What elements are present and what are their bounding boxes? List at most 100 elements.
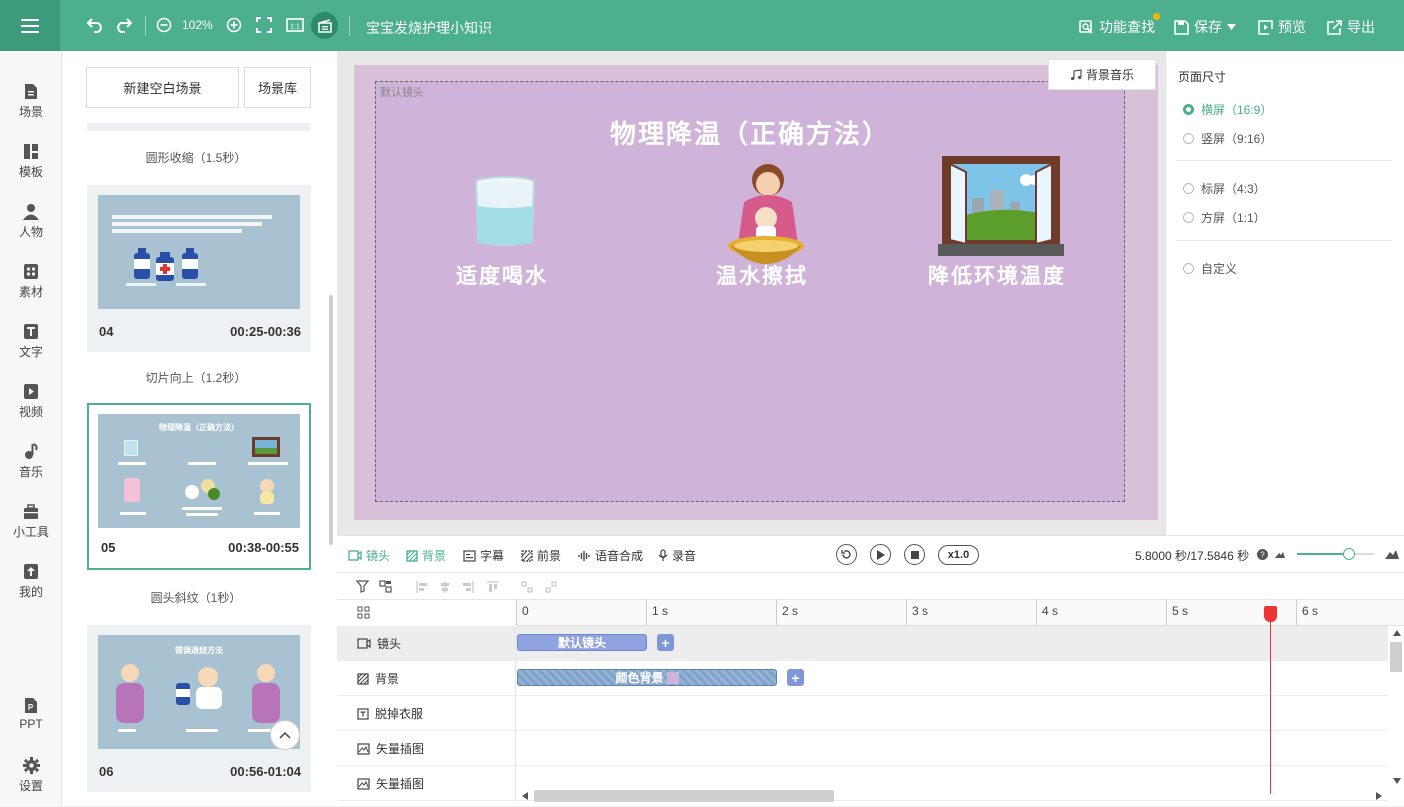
transition-label[interactable]: 圆形收缩（1.5秒） (62, 149, 330, 166)
toolbox-icon (24, 504, 38, 519)
radio-label: 标屏（4:3） (1201, 182, 1266, 196)
camera-frame[interactable]: 默认镜头 物理降温（正确方法） 适度喝水 温水擦拭 降低环境温度 (375, 81, 1125, 502)
export-button[interactable]: 导出 (1327, 17, 1375, 37)
scene-card-04[interactable]: 04 00:25-00:36 (87, 185, 311, 352)
track-name: 脱掉衣服 (375, 707, 424, 721)
zoom-out-timeline-icon[interactable] (1275, 550, 1285, 558)
actual-size-icon[interactable]: 1:1 (284, 14, 306, 36)
timeline-vertical-scrollbar[interactable] (1390, 642, 1402, 672)
slide-item-lower-temperature[interactable]: 降低环境温度 (928, 260, 1066, 290)
nav-item-material[interactable]: 素材 (0, 263, 62, 313)
align-top-icon[interactable] (487, 581, 499, 593)
scroll-left-arrow-icon[interactable] (522, 792, 528, 800)
distribute-alt-icon[interactable] (545, 581, 557, 593)
mother-baby-illustration[interactable] (726, 158, 806, 270)
undo-icon[interactable] (84, 14, 106, 36)
align-right-icon[interactable] (462, 581, 474, 593)
nav-item-mine[interactable]: 我的 (0, 563, 62, 613)
distribute-icon[interactable] (521, 581, 533, 593)
menu-button[interactable] (0, 0, 60, 51)
zoom-in-icon[interactable] (223, 14, 245, 36)
track-row-camera[interactable]: 镜头 默认镜头 + (337, 626, 1388, 661)
nav-item-settings[interactable]: 设置 (0, 757, 62, 807)
track-row-vector-2[interactable]: 矢量插图 (337, 766, 1388, 801)
track-grid-icon[interactable] (357, 606, 370, 619)
help-icon[interactable]: ? (1257, 549, 1268, 560)
tab-label: 镜头 (366, 549, 391, 563)
nav-item-music[interactable]: 音乐 (0, 443, 62, 493)
layers-icon[interactable] (379, 580, 392, 593)
document-title[interactable]: 宝宝发烧护理小知识 (366, 18, 492, 38)
save-button[interactable]: 保存 (1174, 17, 1236, 37)
transition-label[interactable]: 切片向上（1.2秒） (62, 369, 330, 386)
scene-panel-scrollbar[interactable] (329, 295, 333, 545)
nav-item-text[interactable]: 文字 (0, 323, 62, 373)
tab-recording[interactable]: 录音 (658, 547, 696, 564)
align-center-icon[interactable] (439, 581, 451, 593)
nav-item-video[interactable]: 视频 (0, 383, 62, 433)
stop-button[interactable] (904, 544, 925, 565)
play-button[interactable] (870, 544, 891, 565)
properties-panel: 页面尺寸 横屏（16:9） 竖屏（9:16） 标屏（4:3） 方屏（1:1） 自… (1165, 51, 1404, 535)
nav-item-scene[interactable]: 场景 (0, 83, 62, 133)
nav-item-template[interactable]: 模板 (0, 143, 62, 193)
tab-label: 录音 (672, 549, 697, 563)
zoom-out-icon[interactable] (153, 14, 175, 36)
scroll-down-arrow-icon[interactable] (1393, 778, 1401, 784)
scene-card-05[interactable]: 物理降温（正确方法） 05 00:38-00:55 (87, 403, 311, 570)
scene-library-button[interactable]: 场景库 (244, 67, 311, 108)
replay-button[interactable] (836, 544, 857, 565)
scroll-up-arrow-icon[interactable] (1393, 630, 1401, 636)
playback-speed[interactable]: x1.0 (938, 545, 979, 565)
zoom-in-timeline-icon[interactable] (1385, 548, 1399, 559)
track-row-vector-1[interactable]: 矢量插图 (337, 731, 1388, 766)
scroll-top-button[interactable] (270, 720, 300, 750)
scene-number: 06 (99, 764, 114, 779)
fullscreen-icon[interactable] (253, 14, 275, 36)
background-music-button[interactable]: 背景音乐 (1048, 59, 1156, 90)
scene-thumbnail: 物理降温（正确方法） (98, 414, 300, 528)
timeline-horizontal-scrollbar[interactable] (534, 790, 834, 802)
timeline: 镜头 背景 字幕 前景 语音合成 录音 x1.0 5.8000 秒/17.584… (337, 535, 1404, 806)
timeline-zoom-slider[interactable] (1297, 548, 1374, 560)
scene-card-06[interactable]: 错误退烧方法 06 00:56-01:04 (87, 625, 311, 792)
clip-color-background[interactable]: 颜色背景 (517, 669, 777, 686)
feature-search-button[interactable]: 功能查找 (1079, 17, 1155, 37)
window-illustration[interactable] (938, 154, 1064, 260)
radio-standard[interactable]: 标屏（4:3） (1183, 180, 1266, 197)
redo-icon[interactable] (113, 14, 135, 36)
slide-item-warm-water-wipe[interactable]: 温水擦拭 (716, 260, 808, 290)
slide-title[interactable]: 物理降温（正确方法） (376, 114, 1124, 151)
radio-landscape[interactable]: 横屏（16:9） (1183, 101, 1272, 118)
save-icon (1174, 19, 1189, 35)
tab-camera[interactable]: 镜头 (348, 547, 390, 564)
water-glass-illustration[interactable] (474, 176, 536, 248)
tab-foreground[interactable]: 前景 (521, 547, 561, 564)
align-left-icon[interactable] (416, 581, 428, 593)
nav-item-person[interactable]: 人物 (0, 203, 62, 253)
nav-label: 小工具 (12, 525, 49, 539)
nav-item-ppt[interactable]: P PPT (0, 697, 62, 747)
track-row-text[interactable]: 脱掉衣服 (337, 696, 1388, 731)
track-row-background[interactable]: 背景 颜色背景 + (337, 661, 1388, 696)
radio-custom[interactable]: 自定义 (1183, 260, 1237, 277)
slider-handle[interactable] (1343, 548, 1355, 560)
add-camera-button[interactable]: + (657, 634, 674, 651)
preview-button[interactable]: 预览 (1258, 17, 1306, 37)
tab-subtitle[interactable]: 字幕 (463, 547, 504, 564)
clapper-icon[interactable] (311, 12, 338, 39)
transition-label[interactable]: 圆头斜纹（1秒） (62, 589, 330, 606)
add-background-button[interactable]: + (787, 669, 804, 686)
tab-speech-synthesis[interactable]: 语音合成 (578, 547, 643, 564)
playhead-handle[interactable] (1264, 606, 1277, 622)
playhead[interactable] (1270, 606, 1271, 794)
nav-item-toolbox[interactable]: 小工具 (0, 503, 62, 553)
new-scene-button[interactable]: 新建空白场景 (86, 67, 239, 108)
tab-background[interactable]: 背景 (406, 547, 446, 564)
slide-item-drink-water[interactable]: 适度喝水 (456, 260, 548, 290)
radio-portrait[interactable]: 竖屏（9:16） (1183, 130, 1272, 147)
radio-square[interactable]: 方屏（1:1） (1183, 209, 1266, 226)
clip-default-camera[interactable]: 默认镜头 (517, 634, 647, 651)
filter-icon[interactable] (356, 580, 369, 593)
scroll-right-arrow-icon[interactable] (1376, 792, 1382, 800)
